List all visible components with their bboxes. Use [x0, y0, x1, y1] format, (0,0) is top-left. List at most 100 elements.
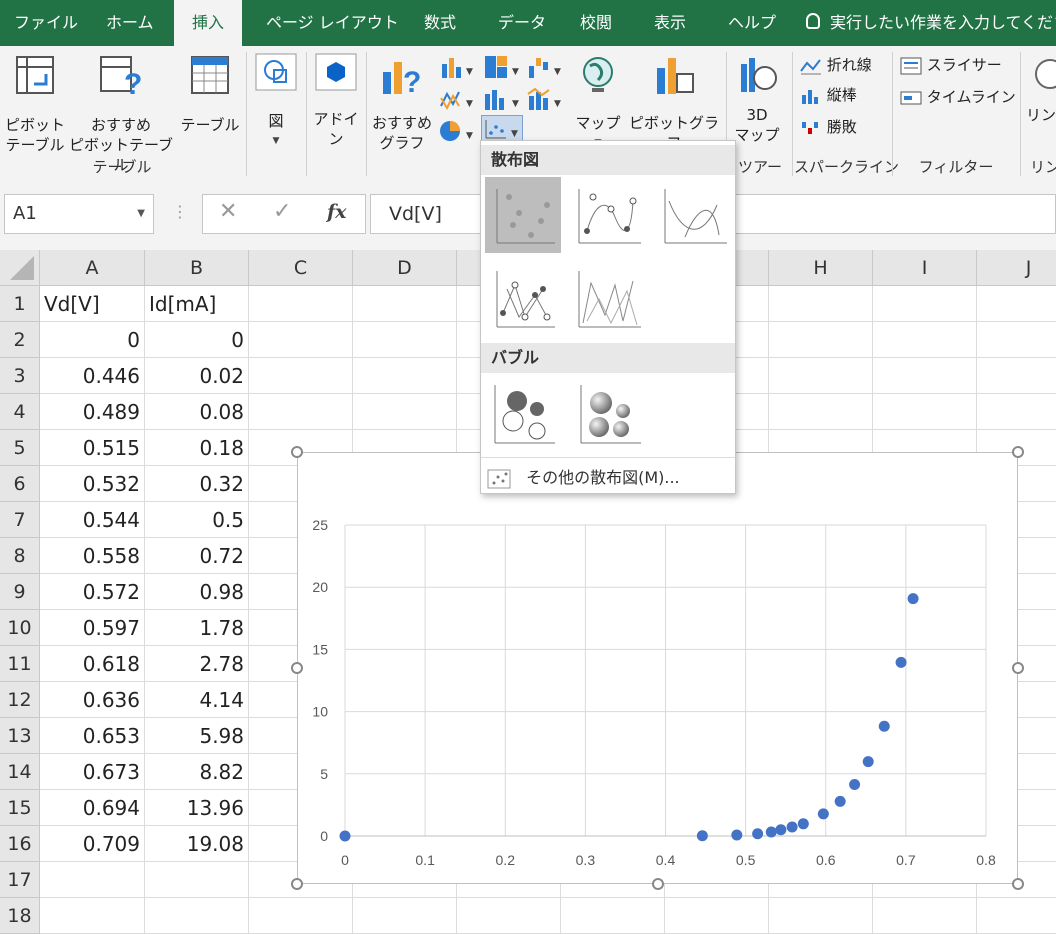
cell-b18[interactable]: [145, 898, 249, 934]
cell-b15[interactable]: 13.96: [145, 790, 249, 826]
map3d-button[interactable]: 3D マップ: [728, 54, 786, 145]
chevron-down-icon[interactable]: ▼: [137, 195, 145, 233]
cell-h3[interactable]: [769, 358, 873, 394]
tab-view[interactable]: 表示: [654, 0, 686, 46]
cell-e18[interactable]: [457, 898, 561, 934]
cell-i1[interactable]: [873, 286, 977, 322]
row-header-9[interactable]: 9: [0, 574, 40, 610]
cell-j2[interactable]: [977, 322, 1056, 358]
row-header-17[interactable]: 17: [0, 862, 40, 898]
cell-d2[interactable]: [353, 322, 457, 358]
cell-b6[interactable]: 0.32: [145, 466, 249, 502]
sparkline-column-button[interactable]: 縦棒: [800, 84, 857, 105]
cell-a16[interactable]: 0.709: [40, 826, 145, 862]
data-point[interactable]: [765, 826, 777, 838]
illustrations-button[interactable]: 図 ▼: [252, 52, 300, 151]
tab-page-layout[interactable]: ページ レイアウト: [266, 0, 399, 46]
tab-data[interactable]: データ: [498, 0, 546, 46]
data-point[interactable]: [797, 818, 809, 830]
row-header-7[interactable]: 7: [0, 502, 40, 538]
cell-b10[interactable]: 1.78: [145, 610, 249, 646]
cell-a14[interactable]: 0.673: [40, 754, 145, 790]
cell-a7[interactable]: 0.544: [40, 502, 145, 538]
column-header-i[interactable]: I: [873, 250, 977, 286]
cell-a13[interactable]: 0.653: [40, 718, 145, 754]
cell-a1[interactable]: Vd[V]: [40, 286, 145, 322]
cell-a12[interactable]: 0.636: [40, 682, 145, 718]
cell-a10[interactable]: 0.597: [40, 610, 145, 646]
pie-chart-icon[interactable]: ▼: [438, 118, 478, 144]
cell-a9[interactable]: 0.572: [40, 574, 145, 610]
combo-chart-icon[interactable]: ▼: [526, 86, 566, 112]
cell-g18[interactable]: [665, 898, 769, 934]
row-header-12[interactable]: 12: [0, 682, 40, 718]
cell-b17[interactable]: [145, 862, 249, 898]
row-header-3[interactable]: 3: [0, 358, 40, 394]
cell-i2[interactable]: [873, 322, 977, 358]
cell-b8[interactable]: 0.72: [145, 538, 249, 574]
resize-handle[interactable]: [1012, 662, 1024, 674]
data-point[interactable]: [775, 824, 787, 836]
cell-b2[interactable]: 0: [145, 322, 249, 358]
cell-b11[interactable]: 2.78: [145, 646, 249, 682]
row-header-13[interactable]: 13: [0, 718, 40, 754]
row-header-10[interactable]: 10: [0, 610, 40, 646]
cell-c18[interactable]: [249, 898, 353, 934]
cell-c3[interactable]: [249, 358, 353, 394]
tab-file[interactable]: ファイル: [14, 0, 78, 46]
line-chart-icon[interactable]: ▼: [438, 86, 478, 112]
cell-c1[interactable]: [249, 286, 353, 322]
cell-b4[interactable]: 0.08: [145, 394, 249, 430]
cell-a8[interactable]: 0.558: [40, 538, 145, 574]
column-header-c[interactable]: C: [249, 250, 353, 286]
cell-a11[interactable]: 0.618: [40, 646, 145, 682]
data-point[interactable]: [339, 830, 351, 842]
cell-b7[interactable]: 0.5: [145, 502, 249, 538]
cell-a3[interactable]: 0.446: [40, 358, 145, 394]
cell-j4[interactable]: [977, 394, 1056, 430]
slicer-button[interactable]: スライサー: [900, 54, 1002, 75]
statistic-chart-icon[interactable]: ▼: [482, 86, 522, 112]
scatter-markers-option[interactable]: [485, 177, 561, 253]
cell-b9[interactable]: 0.98: [145, 574, 249, 610]
cell-b3[interactable]: 0.02: [145, 358, 249, 394]
cell-b5[interactable]: 0.18: [145, 430, 249, 466]
cell-h1[interactable]: [769, 286, 873, 322]
link-button[interactable]: リン: [1026, 54, 1056, 125]
waterfall-chart-icon[interactable]: ▼: [526, 54, 566, 80]
tab-insert[interactable]: 挿入: [174, 0, 243, 47]
tell-me-search[interactable]: 実行したい作業を入力してください: [830, 0, 1056, 46]
data-point[interactable]: [907, 593, 919, 605]
row-header-6[interactable]: 6: [0, 466, 40, 502]
tab-help[interactable]: ヘルプ: [728, 0, 776, 46]
column-header-d[interactable]: D: [353, 250, 457, 286]
scatter-smooth-option[interactable]: [657, 177, 733, 253]
pivot-table-button[interactable]: ピボット テーブル: [2, 54, 68, 155]
cell-j3[interactable]: [977, 358, 1056, 394]
bubble-3d-option[interactable]: [571, 377, 647, 453]
tab-review[interactable]: 校閲: [580, 0, 612, 46]
cell-b13[interactable]: 5.98: [145, 718, 249, 754]
row-header-11[interactable]: 11: [0, 646, 40, 682]
column-header-j[interactable]: J: [977, 250, 1056, 286]
cell-a4[interactable]: 0.489: [40, 394, 145, 430]
name-box[interactable]: A1 ▼: [4, 194, 154, 234]
row-header-1[interactable]: 1: [0, 286, 40, 322]
cell-a2[interactable]: 0: [40, 322, 145, 358]
cell-a18[interactable]: [40, 898, 145, 934]
row-header-14[interactable]: 14: [0, 754, 40, 790]
column-header-a[interactable]: A: [40, 250, 145, 286]
cell-d4[interactable]: [353, 394, 457, 430]
cell-b1[interactable]: Id[mA]: [145, 286, 249, 322]
cell-i3[interactable]: [873, 358, 977, 394]
resize-handle[interactable]: [1012, 446, 1024, 458]
data-point[interactable]: [731, 829, 743, 841]
data-point[interactable]: [878, 720, 890, 732]
cell-a15[interactable]: 0.694: [40, 790, 145, 826]
column-header-b[interactable]: B: [145, 250, 249, 286]
cell-a5[interactable]: 0.515: [40, 430, 145, 466]
resize-handle[interactable]: [291, 446, 303, 458]
column-header-h[interactable]: H: [769, 250, 873, 286]
resize-handle[interactable]: [1012, 878, 1024, 890]
data-point[interactable]: [752, 828, 764, 840]
